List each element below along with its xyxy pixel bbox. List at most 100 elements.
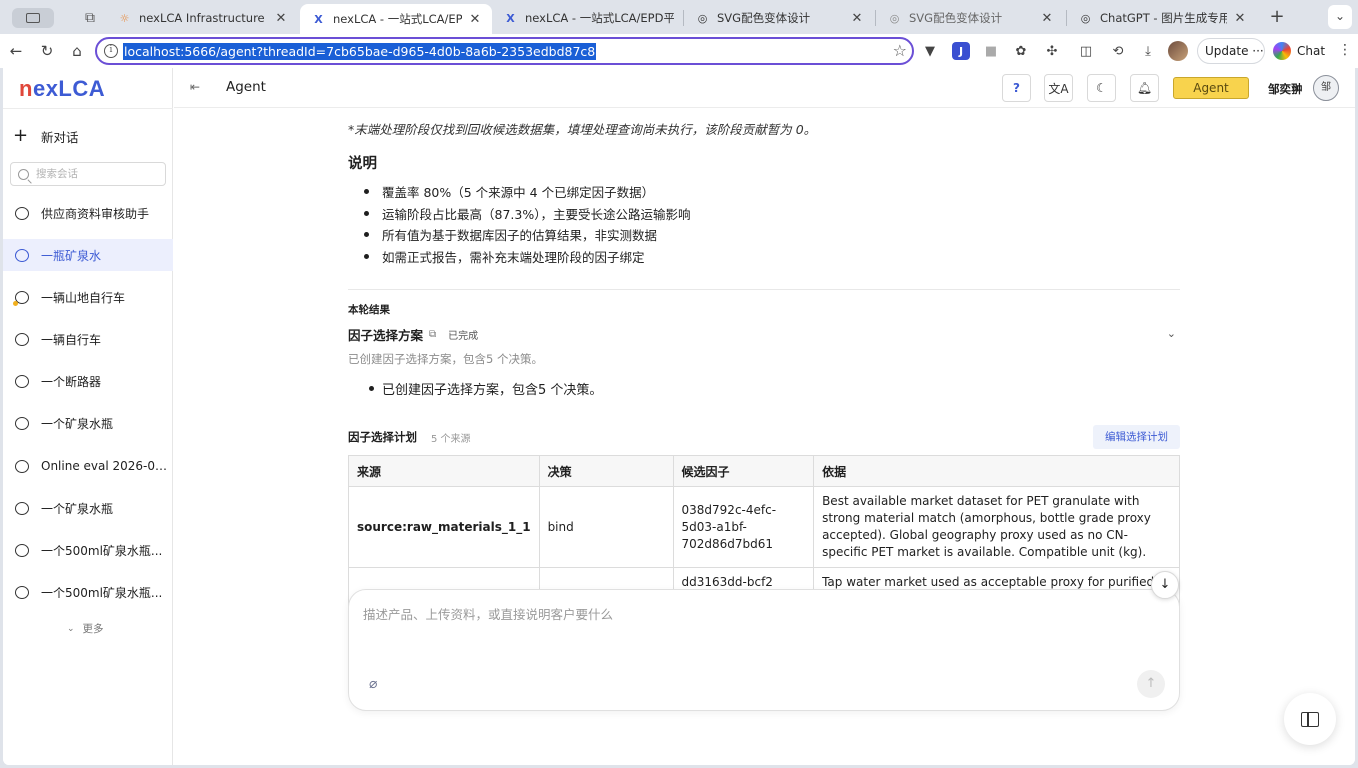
close-tab-icon[interactable]: ✕	[1040, 11, 1054, 26]
bookmark-star-icon[interactable]: ☆	[893, 41, 907, 60]
translate-extension-icon[interactable]: J	[952, 42, 970, 60]
extension-square-icon[interactable]: ■	[982, 42, 1000, 60]
paperclip-icon[interactable]: ⌀	[369, 676, 377, 692]
app-window: nexLCA + 新对话 供应商资料审核助手 一瓶矿泉水 一辆山地自行车 一辆自…	[3, 68, 1355, 765]
home-icon[interactable]: ⌂	[67, 41, 87, 61]
browser-tab[interactable]: X nexLCA - 一站式LCA/EPD平台	[492, 4, 684, 32]
extensions-puzzle-icon[interactable]: ✣	[1043, 42, 1061, 60]
help-button[interactable]: ?	[1002, 74, 1031, 102]
tab-title: nexLCA - 一站式LCA/EPD平台	[333, 12, 462, 26]
browser-tab[interactable]: ◎ SVG配色变体设计 ✕	[876, 4, 1064, 32]
edit-plan-button[interactable]: 编辑选择计划	[1093, 425, 1180, 449]
plan-title: 因子选择方案	[348, 327, 424, 343]
reload-icon[interactable]: ↻	[37, 41, 57, 61]
browser-tab[interactable]: ☼ nexLCA Infrastructure - nexLCA ✕	[106, 4, 298, 32]
conversation-label: 供应商资料审核助手	[41, 206, 150, 221]
split-view-icon[interactable]: ◫	[1077, 42, 1095, 60]
language-button[interactable]: 文A	[1044, 74, 1073, 102]
update-label: Update	[1205, 44, 1249, 58]
list-item: 所有值为基于数据库因子的估算结果，非实测数据	[363, 225, 690, 247]
downloads-icon[interactable]: ⤓	[1139, 42, 1157, 60]
chat-bubble-icon	[15, 543, 29, 557]
new-chat-button[interactable]: + 新对话	[13, 124, 163, 148]
chat-bubble-icon	[15, 248, 29, 262]
message-composer: ⌀ ↑	[348, 589, 1180, 711]
url-text[interactable]: localhost:5666/agent?threadId=7cb65bae-d…	[123, 43, 597, 60]
browser-menu-icon[interactable]: ⋮	[1338, 42, 1352, 58]
browser-tab[interactable]: ◎ SVG配色变体设计 ✕	[684, 4, 874, 32]
toggle-panel-button[interactable]	[1284, 693, 1336, 745]
factor-cell[interactable]: 038d792c-4efc-5d03-a1bf-702d86d7bd61	[672, 486, 815, 568]
avatar[interactable]: 邹	[1313, 75, 1339, 101]
moon-icon: ☾	[1096, 81, 1107, 95]
workspaces-icon[interactable]: ⧉	[80, 8, 100, 28]
back-icon[interactable]: ←	[6, 41, 26, 61]
user-name[interactable]: 邹奕翀	[1268, 81, 1303, 97]
decision-cell: bind	[538, 486, 674, 568]
send-button[interactable]: ↑	[1137, 670, 1165, 698]
sidebar-item-conversation[interactable]: 一个500ml矿泉水瓶...	[3, 576, 173, 608]
tab-title: nexLCA - 一站式LCA/EPD平台	[525, 11, 674, 25]
close-tab-icon[interactable]: ✕	[1233, 11, 1247, 26]
sidebar-item-conversation[interactable]: 一个矿泉水瓶	[3, 407, 173, 439]
gemini-icon	[1273, 42, 1291, 60]
tab-title: SVG配色变体设计	[909, 11, 1003, 25]
collapse-sidebar-icon[interactable]: ⇤	[190, 80, 206, 94]
theme-toggle-button[interactable]: ☾	[1087, 74, 1116, 102]
globe-icon: ◎	[889, 11, 900, 25]
show-more-button[interactable]: ⌄ 更多	[67, 621, 104, 636]
close-tab-icon[interactable]: ✕	[850, 11, 864, 26]
x-logo-icon: X	[314, 12, 323, 26]
round-results-label: 本轮结果	[348, 304, 390, 316]
chevron-down-icon[interactable]: ⌄	[1167, 327, 1176, 340]
sun-icon: ☼	[119, 11, 130, 25]
notifications-button[interactable]: 🔔︎	[1130, 74, 1159, 102]
chat-bubble-icon	[15, 206, 29, 220]
table-header-row: 来源 决策 候选因子 依据	[348, 455, 1180, 487]
message-input[interactable]	[363, 604, 1153, 654]
sidebar-item-conversation[interactable]: 一个矿泉水瓶	[3, 492, 173, 524]
tab-search-button[interactable]: ⌄	[1328, 5, 1352, 29]
sidebar-item-conversation[interactable]: 一辆自行车	[3, 323, 173, 355]
update-button[interactable]: Update ···	[1197, 38, 1265, 64]
openai-extension-icon[interactable]: ✿	[1012, 42, 1030, 60]
agent-mode-button[interactable]: Agent	[1173, 77, 1249, 99]
plan-result-header[interactable]: 因子选择方案 ⧉ 已完成 ⌄	[348, 325, 1180, 343]
address-bar[interactable]: i localhost:5666/agent?threadId=7cb65bae…	[95, 37, 914, 65]
chat-button[interactable]: Chat	[1273, 38, 1333, 64]
browser-toolbar: ← ↻ ⌂ i localhost:5666/agent?threadId=7c…	[0, 34, 1358, 68]
sidebar-item-conversation[interactable]: 供应商资料审核助手	[3, 197, 173, 229]
close-tab-icon[interactable]: ✕	[274, 11, 288, 26]
external-link-icon[interactable]: ⧉	[429, 329, 436, 340]
conversation-search[interactable]	[10, 162, 166, 186]
new-tab-button[interactable]: +	[1266, 6, 1288, 28]
sidebar-item-conversation[interactable]: Online eval 2026-07...	[3, 450, 173, 482]
history-icon[interactable]: ⟲	[1109, 42, 1127, 60]
table-row: source:raw_materials_1_1 bind 038d792c-4…	[348, 486, 1180, 568]
scroll-to-bottom-button[interactable]: ↓	[1151, 571, 1179, 599]
sidebar-item-conversation[interactable]: 一个500ml矿泉水瓶...	[3, 534, 173, 566]
list-item: 运输阶段占比最高（87.3%），主要受长途公路运输影响	[363, 204, 690, 226]
list-item: 覆盖率 80%（5 个来源中 4 个已绑定因子数据）	[363, 182, 690, 204]
shield-extension-icon[interactable]: ▼	[921, 42, 939, 60]
sidebar-toggle-button[interactable]	[12, 8, 54, 28]
browser-tab[interactable]: ◎ ChatGPT - 图片生成专用 ✕	[1067, 4, 1257, 32]
footnote-text: *末端处理阶段仅找到回收候选数据集，填埋处理查询尚未执行，该阶段贡献暂为 0。	[348, 122, 817, 137]
nexlca-logo[interactable]: nexLCA	[19, 76, 105, 104]
search-input[interactable]	[36, 168, 156, 180]
section-heading: 说明	[348, 156, 377, 172]
plan-bullet: 已创建因子选择方案，包含5 个决策。	[368, 379, 602, 398]
translate-icon: 文A	[1048, 81, 1069, 96]
basis-cell: Best available market dataset for PET gr…	[813, 486, 1180, 568]
sidebar-item-conversation[interactable]: 一辆山地自行车	[3, 281, 173, 313]
conversation-label: 一个断路器	[41, 374, 102, 389]
sidebar-item-conversation[interactable]: 一个断路器	[3, 365, 173, 397]
profile-avatar[interactable]	[1168, 41, 1188, 61]
site-info-icon[interactable]: i	[104, 44, 118, 58]
browser-tab-active[interactable]: X nexLCA - 一站式LCA/EPD平台 ✕	[300, 4, 492, 34]
status-badge: 已完成	[448, 330, 479, 342]
sidebar-item-conversation-active[interactable]: 一瓶矿泉水	[3, 239, 173, 271]
close-tab-icon[interactable]: ✕	[468, 12, 482, 27]
logo-rest: exLCA	[32, 76, 106, 101]
chat-bubble-icon	[15, 585, 29, 599]
